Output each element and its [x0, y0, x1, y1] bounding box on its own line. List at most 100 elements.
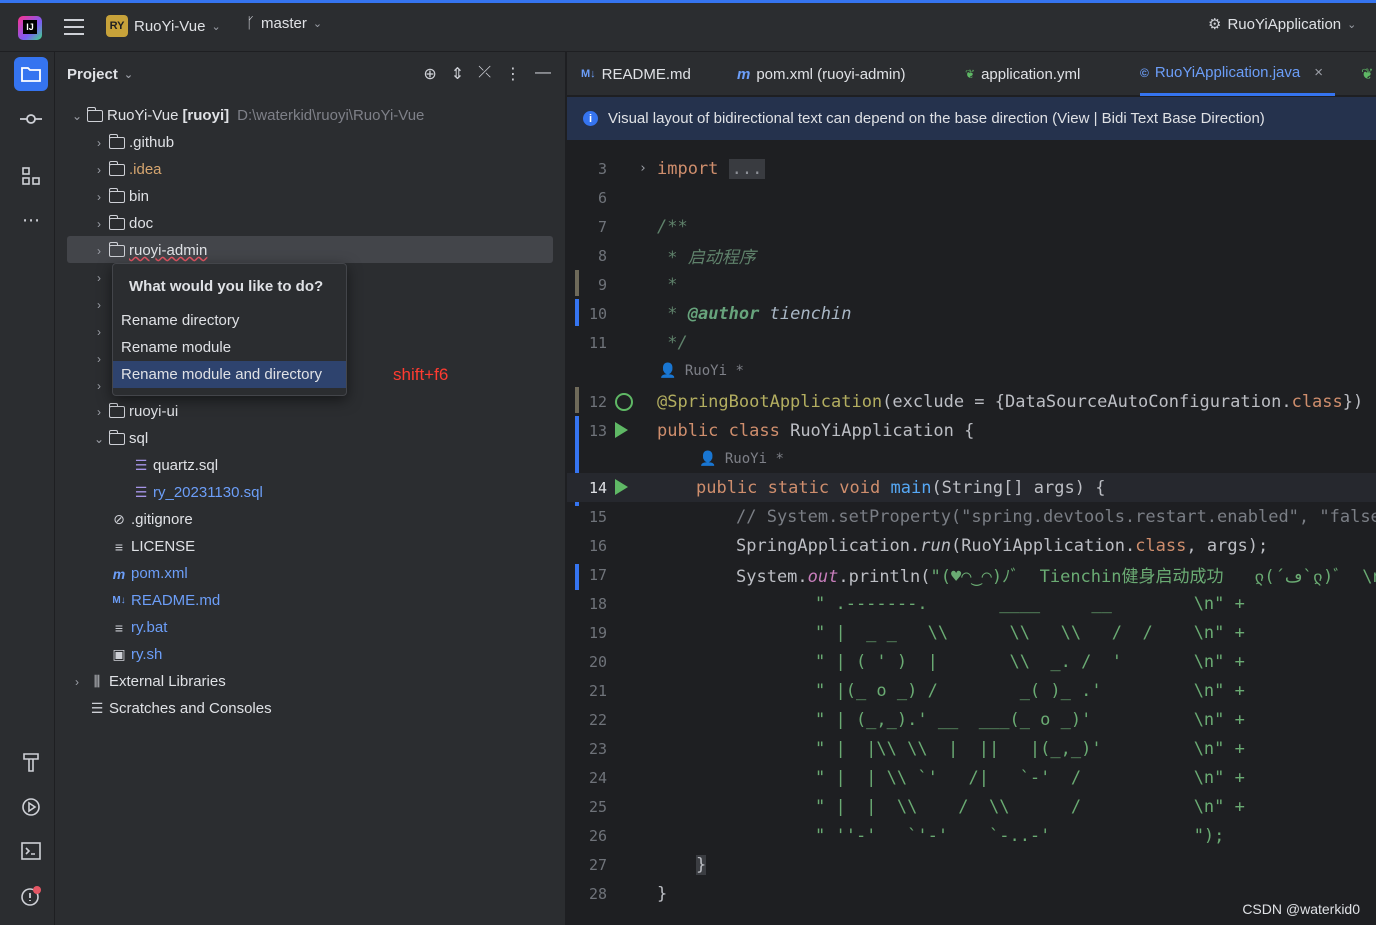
tab-readme[interactable]: M↓ README.md — [581, 52, 691, 96]
run-gutter-icon[interactable] — [615, 422, 628, 438]
ascii-art-line: " | ( ' ) | \\ _. / ' \n" + — [815, 651, 1245, 672]
tab-pom[interactable]: m pom.xml (ruoyi-admin) — [737, 52, 906, 96]
code-text: * 启动程序 — [657, 248, 756, 268]
popup-item-rename-directory[interactable]: Rename directory — [113, 307, 346, 334]
options-icon[interactable]: ⋮ — [505, 64, 521, 84]
doc-tag: @author — [687, 303, 760, 324]
tree-item-sql[interactable]: ⌄ sql — [89, 425, 148, 452]
tree-item-github[interactable]: › .github — [89, 129, 174, 156]
watermark: CSDN @waterkid0 — [1242, 901, 1360, 917]
keyword: import — [657, 158, 719, 179]
intellij-logo-icon[interactable] — [18, 16, 42, 40]
tree-item-collapsed[interactable]: › — [89, 291, 109, 318]
close-tab-icon[interactable]: × — [1314, 64, 1323, 81]
tree-item-bin[interactable]: › bin — [89, 183, 149, 210]
author-inlay-hint[interactable]: 👤 RuoYi * — [659, 363, 744, 379]
chevron-right-icon[interactable]: › — [89, 379, 109, 393]
code-line: 9 * — [567, 270, 1376, 299]
chevron-right-icon[interactable]: › — [89, 298, 109, 312]
code-editor[interactable]: 3 › import ... 6 7 /** 8 * 启动程序 9 * 10 *… — [567, 142, 1376, 925]
tree-item-ruoyi-ui[interactable]: › ruoyi-ui — [89, 398, 178, 425]
chevron-right-icon[interactable]: › — [67, 675, 87, 689]
locate-file-icon[interactable]: ⊕ — [423, 64, 436, 84]
branch-switcher[interactable]: ᚴ master ⌄ — [246, 15, 322, 32]
more-tools-icon[interactable]: ⋯ — [14, 203, 48, 237]
root-name: RuoYi-Vue — [107, 107, 179, 124]
tree-item-scratches[interactable]: ☰ Scratches and Consoles — [87, 695, 272, 722]
tree-item-ry-bat[interactable]: ≡ ry.bat — [109, 614, 168, 641]
expand-all-icon[interactable]: ⇕ — [451, 64, 464, 84]
tab-label: README.md — [601, 65, 691, 83]
markdown-icon: M↓ — [112, 595, 126, 606]
tree-item-external-libraries[interactable]: › ⫼ External Libraries — [67, 668, 226, 695]
author-inlay-hint[interactable]: 👤 RuoYi * — [699, 451, 784, 467]
tree-item-license[interactable]: ≡ LICENSE — [109, 533, 195, 560]
tree-item-collapsed[interactable]: › — [89, 372, 109, 399]
tree-item-doc[interactable]: › doc — [89, 210, 153, 237]
tree-item-readme[interactable]: M↓ README.md — [109, 587, 220, 614]
folder-icon — [108, 187, 125, 203]
spring-bean-gutter-icon[interactable] — [615, 392, 633, 411]
popup-item-rename-module-and-directory[interactable]: Rename module and directory — [113, 361, 346, 388]
doc-close: */ — [667, 332, 688, 353]
tree-item-collapsed[interactable]: › — [89, 318, 109, 345]
shell-script-icon: ▣ — [112, 646, 126, 662]
run-gutter-icon[interactable] — [615, 479, 628, 495]
chevron-down-icon[interactable]: ⌄ — [124, 68, 133, 81]
tab-ruoyi-application[interactable]: © RuoYiApplication.java × — [1140, 52, 1335, 96]
chevron-right-icon[interactable]: › — [89, 163, 109, 177]
tree-item-collapsed[interactable]: › — [89, 264, 109, 291]
folded-imports[interactable]: ... — [728, 158, 766, 179]
main-menu-icon[interactable] — [64, 19, 84, 35]
code-text: /** — [657, 216, 688, 237]
fold-chevron-icon[interactable]: › — [639, 161, 647, 176]
terminal-tool-icon[interactable] — [14, 834, 48, 868]
tree-item-pom[interactable]: m pom.xml — [109, 560, 188, 587]
tree-item-ruoyi-admin[interactable]: › ruoyi-admin — [89, 237, 207, 264]
keyword: public class — [657, 420, 780, 441]
chevron-right-icon[interactable]: › — [89, 244, 109, 258]
commit-tool-icon[interactable] — [14, 102, 48, 136]
project-switcher[interactable]: RY RuoYi-Vue ⌄ — [106, 15, 221, 37]
tree-item-quartz-sql[interactable]: ☰ quartz.sql — [131, 452, 218, 479]
structure-tool-icon[interactable] — [14, 159, 48, 193]
line-number: 9 — [597, 275, 607, 294]
tree-item-gitignore[interactable]: ⊘ .gitignore — [109, 506, 193, 533]
services-tool-icon[interactable] — [14, 790, 48, 824]
library-icon: ⫼ — [93, 673, 101, 689]
tree-item-collapsed[interactable]: › — [89, 345, 109, 372]
chevron-right-icon[interactable]: › — [89, 136, 109, 150]
tree-item-ry-sql[interactable]: ☰ ry_20231130.sql — [131, 479, 263, 506]
chevron-right-icon[interactable]: › — [89, 405, 109, 419]
chevron-right-icon[interactable]: › — [89, 325, 109, 339]
chevron-right-icon[interactable]: › — [89, 271, 109, 285]
chevron-right-icon[interactable]: › — [89, 190, 109, 204]
chevron-down-icon: ⌄ — [312, 18, 323, 30]
git-branch-icon: ᚴ — [246, 15, 256, 32]
chevron-right-icon[interactable]: › — [89, 352, 109, 366]
line-number: 17 — [588, 565, 607, 584]
hide-panel-icon[interactable]: — — [535, 64, 551, 84]
tab-application-yml[interactable]: ❦ application.yml — [965, 52, 1080, 96]
chevron-right-icon[interactable]: › — [89, 217, 109, 231]
code-line: 16 SpringApplication.run(RuoYiApplicatio… — [567, 531, 1376, 560]
project-panel-title[interactable]: Project — [67, 66, 118, 83]
problems-tool-icon[interactable] — [14, 879, 48, 913]
keyword: class — [1135, 535, 1187, 556]
method-args: (String[] args) { — [931, 477, 1106, 498]
tree-root[interactable]: ⌄ RuoYi-Vue [ruoyi] D:\waterkid\ruoyi\Ru… — [67, 102, 424, 129]
author-hint-text: RuoYi * — [724, 451, 784, 467]
run-config-selector[interactable]: ⚙ RuoYiApplication ⌄ — [1208, 15, 1356, 34]
method-name: main — [890, 477, 932, 498]
chevron-down-icon[interactable]: ⌄ — [67, 109, 87, 123]
build-tool-icon[interactable] — [14, 745, 48, 779]
tree-item-idea[interactable]: › .idea — [89, 156, 162, 183]
tree-item-ry-sh[interactable]: ▣ ry.sh — [109, 641, 162, 668]
tree-item-label: Scratches and Consoles — [109, 700, 272, 717]
chevron-down-icon[interactable]: ⌄ — [89, 432, 109, 446]
string-literal: "(♥◠‿◠)ﾉﾞ Tienchin健身启动成功 ლ(´ڡ`ლ)ﾞ \n" + — [930, 567, 1376, 587]
popup-item-rename-module[interactable]: Rename module — [113, 334, 346, 361]
collapse-all-icon[interactable]: ⤫ — [478, 64, 491, 84]
project-tool-icon[interactable] — [14, 57, 48, 91]
tab-overflow[interactable]: ❦ — [1361, 52, 1374, 96]
